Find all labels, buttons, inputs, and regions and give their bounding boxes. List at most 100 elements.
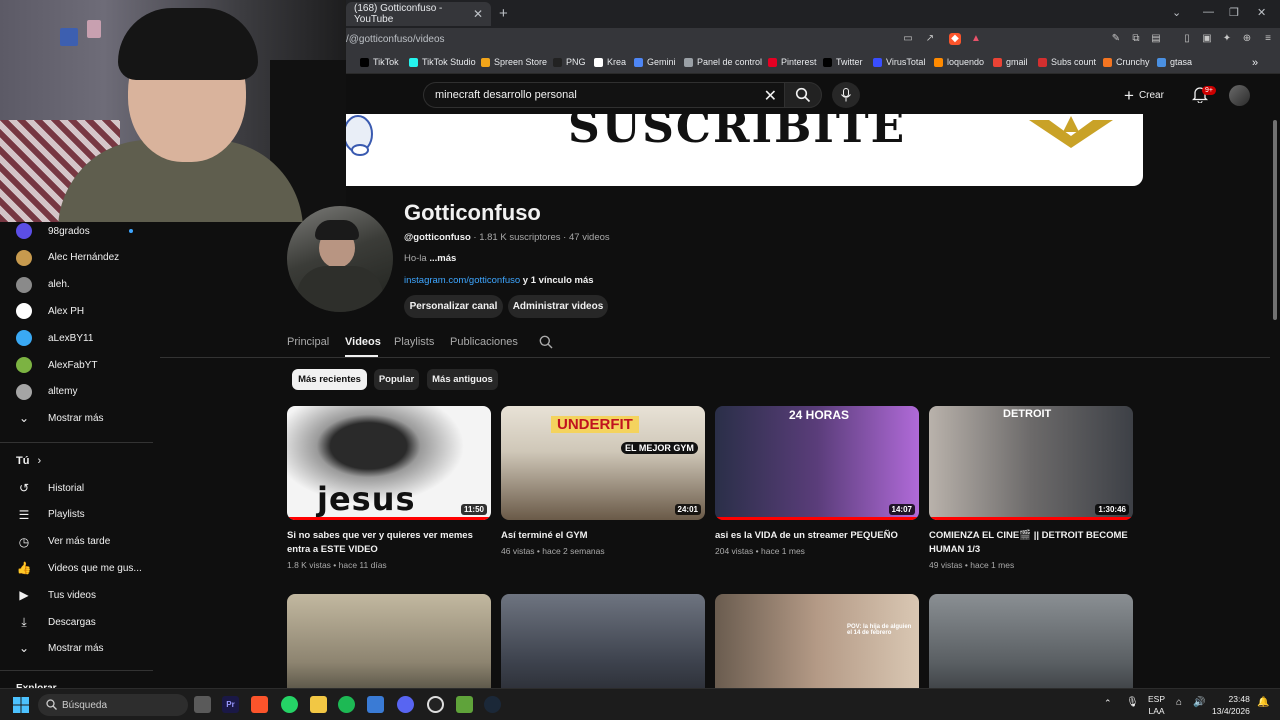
channel-avatar[interactable] xyxy=(287,206,393,312)
url-field[interactable]: /@gotticonfuso/videos xyxy=(346,34,445,45)
bookmark-item[interactable]: Panel de control xyxy=(684,57,762,67)
bookmark-item[interactable]: Krea xyxy=(594,57,626,67)
share-icon[interactable]: ↗ xyxy=(924,33,936,45)
panel-icon[interactable]: ▯ xyxy=(1181,33,1193,45)
bookmark-item[interactable]: Pinterest xyxy=(768,57,817,67)
sidebar-subscription-item[interactable]: Alex PH xyxy=(0,298,155,324)
video-card[interactable]: UNDERFIT EL MEJOR GYM 24:01 Así terminé el … xyxy=(501,406,705,556)
you-section-header[interactable]: Tú › xyxy=(16,455,41,467)
sidebar-toggle-icon[interactable]: ▤ xyxy=(1150,33,1162,45)
video-title[interactable]: Si no sabes que ver y quieres ver memes … xyxy=(287,529,491,557)
account-avatar[interactable] xyxy=(1229,85,1250,106)
bookmark-item[interactable]: TikTok xyxy=(360,57,399,67)
windows-start-icon[interactable] xyxy=(13,697,29,713)
minecraft-icon[interactable] xyxy=(456,696,473,713)
browser-tab[interactable]: (168) Gotticonfuso - YouTube ✕ xyxy=(346,2,491,26)
sort-chip[interactable]: Más recientes xyxy=(292,369,367,390)
scrollbar-thumb[interactable] xyxy=(1273,120,1277,320)
steam-icon[interactable] xyxy=(484,696,501,713)
leo-ai-icon[interactable]: ✦ xyxy=(1221,33,1233,45)
bookmark-item[interactable]: loquendo xyxy=(934,57,984,67)
sort-chip[interactable]: Popular xyxy=(374,369,419,390)
tray-chevron-icon[interactable]: ⌃ xyxy=(1104,698,1112,709)
sidebar-subscription-item[interactable]: altemy xyxy=(0,379,155,405)
sidebar-subscription-item[interactable]: Alec Hernández xyxy=(0,245,155,271)
bookmarks-overflow-icon[interactable]: » xyxy=(1252,57,1258,69)
more-links-link[interactable]: y 1 vínculo más xyxy=(520,275,594,286)
close-tab-icon[interactable]: ✕ xyxy=(473,7,483,21)
sidebar-you-item[interactable]: ☰ Playlists xyxy=(0,502,155,528)
cast-icon[interactable]: ▭ xyxy=(902,33,914,45)
brave-shields-icon[interactable]: ◆ xyxy=(949,33,961,45)
brave-rewards-icon[interactable]: ▲ xyxy=(970,33,982,45)
description-more-link[interactable]: ...más xyxy=(429,253,456,264)
tab-videos[interactable]: Videos xyxy=(345,336,381,348)
minimize-icon[interactable]: — xyxy=(1203,6,1214,18)
show-more-you[interactable]: ⌄ Mostrar más xyxy=(0,635,155,661)
clear-search-icon[interactable]: ✕ xyxy=(764,86,777,106)
notification-center-icon[interactable]: 🔔 xyxy=(1257,697,1269,708)
puzzle-icon[interactable]: ⧉ xyxy=(1130,33,1142,45)
new-tab-icon[interactable]: + xyxy=(499,5,508,22)
taskbar-clock[interactable]: 23:48 13/4/2026 xyxy=(1212,693,1250,717)
show-more-subscriptions[interactable]: ⌄ Mostrar más xyxy=(0,405,155,431)
file-explorer-icon[interactable] xyxy=(310,696,327,713)
language-indicator[interactable]: ESP LAA xyxy=(1148,693,1165,717)
bookmark-item[interactable]: Crunchy xyxy=(1103,57,1150,67)
channel-search-icon[interactable] xyxy=(539,335,553,349)
bookmark-item[interactable]: gmail xyxy=(993,57,1028,67)
bookmark-item[interactable]: Twitter xyxy=(823,57,863,67)
network-icon[interactable]: ⌂ xyxy=(1176,697,1182,708)
sidebar-subscription-item[interactable]: aleh. xyxy=(0,272,155,298)
voice-search-button[interactable] xyxy=(832,82,860,108)
bookmark-item[interactable]: VirusTotal xyxy=(873,57,925,67)
search-input[interactable]: minecraft desarrollo personal xyxy=(435,89,577,101)
obs-icon[interactable] xyxy=(427,696,444,713)
video-card[interactable]: 24 HORAS 14:07 asi es la VIDA de un stream… xyxy=(715,406,919,556)
brave-icon[interactable] xyxy=(251,696,268,713)
tab-list-icon[interactable]: ⌄ xyxy=(1172,6,1181,19)
store-icon[interactable] xyxy=(367,696,384,713)
task-view-icon[interactable] xyxy=(194,696,211,713)
bookmark-item[interactable]: Spreen Store xyxy=(481,57,547,67)
premiere-icon[interactable]: Pr xyxy=(222,696,239,713)
video-thumbnail[interactable]: UNDERFIT EL MEJOR GYM 24:01 xyxy=(501,406,705,520)
discord-icon[interactable] xyxy=(397,696,414,713)
tray-mic-icon[interactable]: 🎙 xyxy=(1126,697,1139,708)
taskbar-search[interactable]: Búsqueda xyxy=(38,694,188,716)
video-thumbnail[interactable]: jesus 11:50 xyxy=(287,406,491,520)
maximize-icon[interactable]: ❐ xyxy=(1229,6,1239,19)
video-thumbnail[interactable]: 24 HORAS 14:07 xyxy=(715,406,919,520)
whatsapp-icon[interactable] xyxy=(281,696,298,713)
wallet-icon[interactable]: ▣ xyxy=(1201,33,1213,45)
tab-playlists[interactable]: Playlists xyxy=(394,336,434,348)
sidebar-you-item[interactable]: 👍 Videos que me gus... xyxy=(0,555,155,581)
create-button[interactable]: + Crear xyxy=(1124,84,1164,106)
sidebar-you-item[interactable]: ⤓ Descargas xyxy=(0,609,155,635)
spotify-icon[interactable] xyxy=(338,696,355,713)
search-button[interactable] xyxy=(784,82,822,108)
video-title[interactable]: Así terminé el GYM xyxy=(501,529,705,543)
search-box[interactable]: minecraft desarrollo personal ✕ xyxy=(423,82,785,108)
bookmark-item[interactable]: TikTok Studio xyxy=(409,57,476,67)
bookmark-item[interactable]: gtasa xyxy=(1157,57,1192,67)
channel-description[interactable]: Ho-la ...más xyxy=(404,253,456,264)
bookmark-item[interactable]: PNG xyxy=(553,57,586,67)
sidebar-you-item[interactable]: ↺ Historial xyxy=(0,475,155,501)
close-window-icon[interactable]: ✕ xyxy=(1257,6,1266,19)
sidebar-subscription-item[interactable]: AlexFabYT xyxy=(0,352,155,378)
tab-publicaciones[interactable]: Publicaciones xyxy=(450,336,518,348)
video-title[interactable]: COMIENZA EL CINE🎬 || DETROIT BECOME HUMA… xyxy=(929,529,1133,557)
sidebar-you-item[interactable]: ◷ Ver más tarde xyxy=(0,529,155,555)
vpn-icon[interactable]: ⊕ xyxy=(1241,33,1253,45)
sidebar-you-item[interactable]: ▶ Tus videos xyxy=(0,582,155,608)
menu-icon[interactable]: ≡ xyxy=(1262,33,1274,45)
video-card[interactable]: DETROIT 1:30:46 COMIENZA EL CINE🎬 || DETRO… xyxy=(929,406,1133,570)
customize-channel-button[interactable]: Personalizar canal xyxy=(404,295,503,318)
video-card[interactable]: jesus 11:50 Si no sabes que ver y quieres … xyxy=(287,406,491,570)
bookmark-item[interactable]: Gemini xyxy=(634,57,676,67)
video-title[interactable]: asi es la VIDA de un streamer PEQUEÑO xyxy=(715,529,919,543)
bookmark-item[interactable]: Subs count xyxy=(1038,57,1096,67)
sidebar-subscription-item[interactable]: aLexBY11 xyxy=(0,325,155,351)
tab-principal[interactable]: Principal xyxy=(287,336,329,348)
